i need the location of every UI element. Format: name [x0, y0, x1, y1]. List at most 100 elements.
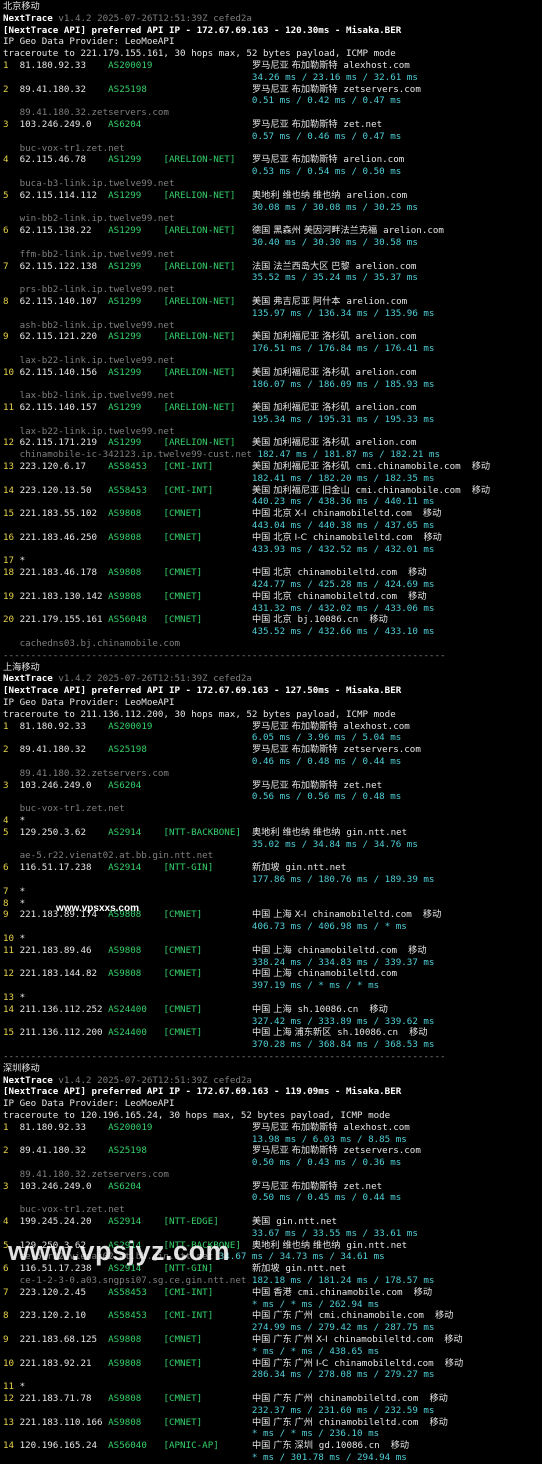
hop-tag: [CMNET]: [163, 1027, 252, 1039]
hop-row: 3 103.246.249.0 AS6204 罗马尼亚 布加勒斯特 zet.ne…: [3, 780, 542, 815]
hop-isp: 移动: [408, 944, 427, 956]
hop-asn: AS58453: [108, 461, 164, 473]
section-title: 北京移动: [3, 1, 40, 12]
hop-geo: 中国 上海: [251, 1003, 298, 1015]
separator: ----------------------------------------…: [3, 1050, 446, 1062]
hop-number: 2: [3, 83, 20, 95]
hop-rtt: 182.47 ms / 181.87 ms / 182.21 ms: [257, 449, 440, 461]
hop-rtt: 35.02 ms / 34.84 ms / 34.76 ms: [251, 838, 418, 850]
hop-asn: AS200019: [108, 720, 164, 732]
hop-ip: 199.245.24.20: [19, 1216, 109, 1228]
hop-rtt: 177.86 ms / 180.76 ms / 189.39 ms: [251, 873, 435, 885]
hop-asn: AS1299: [108, 402, 164, 414]
hop-geo: 中国 北京: [251, 567, 298, 579]
hop-number: 11: [3, 1381, 20, 1393]
hop-tag: [CMI-INT]: [163, 1310, 252, 1322]
hop-host: gin.ntt.net: [276, 1216, 338, 1228]
version-text: v1.4.2 2025-07-26T12:51:39Z cefed2a: [58, 1074, 252, 1086]
hop-number: 12: [3, 1393, 20, 1405]
hop-ip: 211.136.112.252: [19, 1003, 109, 1015]
api-line: [NextTrace API] preferred API IP - 172.6…: [3, 685, 402, 697]
hop-rdns: ffm-bb2-link.ip.twelve99.net: [3, 248, 175, 260]
hop-rtt: 424.77 ms / 425.28 ms / 424.69 ms: [251, 579, 435, 591]
hop-host: zet.net: [343, 779, 383, 791]
hop-isp: 移动: [369, 1003, 388, 1015]
hop-ip: 62.115.122.138: [19, 260, 109, 272]
hop-tag: [163, 721, 252, 732]
hop-isp: 移动: [408, 567, 427, 579]
hop-rtt: * ms / * ms / 438.65 ms: [251, 1345, 380, 1357]
section-title: 深圳移动: [3, 1062, 40, 1074]
hop-ip: *: [19, 1381, 26, 1393]
hop-host: cmi.chinamobile.com: [355, 484, 461, 496]
hop-host: gin.ntt.net: [346, 826, 408, 838]
hop-ip: 223.120.13.50: [19, 484, 109, 496]
hop-rtt: 370.28 ms / 368.84 ms / 368.53 ms: [251, 1039, 435, 1051]
hop-row: 7 62.115.122.138 AS1299 [ARELION-NET] 法国…: [3, 261, 542, 296]
hop-asn: AS58453: [108, 1310, 164, 1322]
hop-row: 17 *: [3, 555, 542, 567]
hop-row: 19 221.183.130.142 AS9808 [CMNET] 中国 北京 …: [3, 591, 542, 615]
hop-row: 13 221.183.110.166 AS9808 [CMNET] 中国 广东 …: [3, 1417, 542, 1441]
hop-host: gd.10086.cn: [318, 1440, 380, 1452]
hop-ip: 89.41.180.32: [19, 744, 109, 756]
hop-ip: 116.51.17.238: [19, 862, 109, 874]
hop-geo: 奥地利 维也纳 维也纳: [251, 189, 347, 201]
hop-host: zetservers.com: [343, 744, 421, 756]
hop-tag: [CMNET]: [163, 1357, 252, 1369]
hop-asn: AS1299: [108, 154, 164, 166]
hop-ip: 62.115.140.157: [19, 402, 109, 414]
hop-row: 5 129.250.3.62 AS2914 [NTT-BACKBONE] 奥地利…: [3, 827, 542, 862]
hop-number: 9: [3, 909, 20, 921]
geo-provider-line: IP Geo Data Provider: LeoMoeAPI: [3, 36, 175, 48]
hop-tag: [ARELION-NET]: [163, 331, 252, 343]
hop-asn: AS200019: [108, 59, 164, 71]
hop-rtt: 440.23 ms / 438.36 ms / 440.11 ms: [251, 496, 435, 508]
hop-isp: 移动: [413, 1286, 433, 1298]
hop-ip: 62.115.140.107: [19, 295, 109, 307]
hop-row: 1 81.180.92.33 AS200019 罗马尼亚 布加勒斯特 alexh…: [3, 60, 542, 84]
app-name: NextTrace: [3, 12, 53, 24]
hop-host: alexhost.com: [343, 720, 410, 732]
hop-row: 14 211.136.112.252 AS24400 [CMNET] 中国 上海…: [3, 1004, 542, 1028]
hop-rtt: 0.50 ms / 0.43 ms / 0.36 ms: [251, 1157, 402, 1169]
hop-rdns: buca-b3-link.ip.twelve99.net: [3, 177, 175, 189]
hop-number: 14: [3, 484, 20, 496]
hop-ip: 223.120.2.10: [19, 1310, 109, 1322]
hop-rtt: 338.24 ms / 334.83 ms / 339.37 ms: [251, 956, 435, 968]
hop-host: zet.net: [343, 118, 383, 130]
hop-asn: AS9808: [108, 1393, 164, 1405]
version-line: NextTrace v1.4.2 2025-07-26T12:51:39Z ce…: [3, 1075, 542, 1087]
hop-host: sh.10086.cn: [297, 1003, 359, 1015]
hop-number: 6: [3, 225, 20, 237]
hop-host: cmi.chinamobile.com: [355, 461, 461, 473]
hop-rtt: 34.26 ms / 23.16 ms / 32.61 ms: [251, 71, 418, 83]
hop-rdns: prs-bb2-link.ip.twelve99.net: [3, 284, 175, 296]
hop-number: 8: [3, 295, 20, 307]
hop-host: chinamobileltd.com: [297, 968, 398, 980]
hop-ip: 103.246.249.0: [19, 118, 109, 130]
hop-geo: 中国 北京: [251, 590, 298, 602]
hop-asn: AS9808: [108, 1334, 164, 1346]
hop-row: 10 62.115.140.156 AS1299 [ARELION-NET] 美…: [3, 367, 542, 402]
hop-geo: 中国 广东 广州: [251, 1416, 319, 1428]
hop-host: arelion.com: [346, 295, 408, 307]
hop-geo: 奥地利 维也纳 维也纳: [251, 826, 347, 838]
hop-number: 14: [3, 1440, 20, 1452]
hop-number: 11: [3, 402, 20, 414]
hop-asn: AS1299: [108, 260, 164, 272]
hop-number: 5: [3, 826, 20, 838]
hop-asn: AS58453: [108, 1286, 164, 1298]
hop-ip: 62.115.46.78: [19, 154, 109, 166]
hop-rdns: cachedns03.bj.chinamobile.com: [3, 638, 181, 650]
hop-host: sh.10086.cn: [337, 1027, 399, 1039]
hop-ip: 221.183.144.82: [19, 968, 109, 980]
hop-host: arelion.com: [383, 225, 444, 237]
hop-host: cmi.chinamobile.com: [297, 1286, 403, 1298]
hop-geo: 中国 上海: [251, 968, 298, 980]
hop-geo: 新加坡: [251, 1263, 286, 1275]
hop-host: chinamobileltd.com: [297, 567, 398, 579]
hop-tag: [NTT-GIN]: [163, 862, 252, 874]
hop-rtt: 0.51 ms / 0.42 ms / 0.47 ms: [251, 95, 402, 107]
hop-row: 1 81.180.92.33 AS200019 罗马尼亚 布加勒斯特 alexh…: [3, 721, 542, 745]
